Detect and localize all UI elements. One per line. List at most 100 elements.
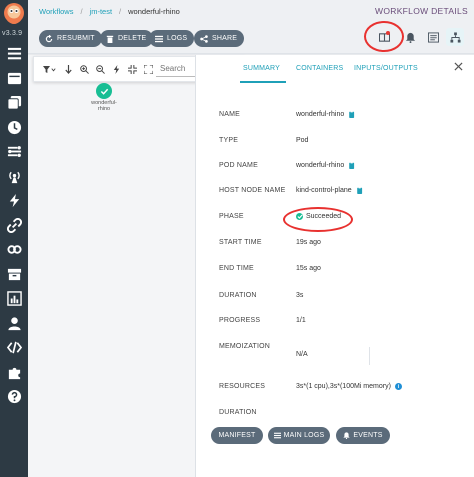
copy-icon[interactable] — [349, 111, 355, 118]
vertical-divider — [369, 347, 370, 365]
detail-label: RESOURCES — [219, 383, 266, 390]
delete-label: DELETE — [118, 35, 147, 42]
detail-row-pod-name: POD NAME wonderful-rhino — [197, 162, 467, 180]
detail-value: N/A — [296, 351, 308, 358]
copy-icon[interactable] — [349, 162, 355, 169]
share-label: SHARE — [212, 35, 238, 42]
detail-label: END TIME — [219, 265, 254, 272]
menu-icon[interactable] — [6, 45, 22, 61]
detail-value: 15s ago — [296, 265, 321, 272]
help-icon[interactable] — [6, 388, 22, 404]
user-icon[interactable] — [6, 315, 22, 331]
detail-value-group: wonderful-rhino — [296, 111, 355, 118]
bell-icon[interactable] — [401, 28, 419, 46]
zoom-in-icon[interactable] — [79, 64, 89, 74]
trash-icon — [106, 35, 114, 43]
arrow-down-icon[interactable] — [63, 64, 73, 74]
event-sources-icon[interactable] — [6, 168, 22, 184]
breadcrumb-workflows[interactable]: Workflows — [39, 7, 73, 16]
breadcrumb-current: wonderful-rhino — [128, 7, 180, 16]
detail-row-memoization-value: N/A — [197, 351, 467, 369]
detail-row-phase: PHASE Succeeded — [197, 213, 467, 231]
breadcrumb-namespace[interactable]: jm-test — [90, 7, 113, 16]
main-logs-button[interactable]: MAIN LOGS — [268, 427, 330, 444]
detail-value: 3s*(1 cpu),3s*(100Mi memory) — [296, 383, 391, 390]
detail-value-group: kind-control-plane — [296, 187, 363, 194]
workflow-node-label: wonderful- rhino — [84, 100, 124, 112]
logs-button[interactable]: LOGS — [149, 30, 195, 47]
detail-value-group: 3s*(1 cpu),3s*(100Mi memory) i — [296, 383, 402, 390]
workflow-graph-area[interactable] — [28, 55, 195, 477]
share-button[interactable]: SHARE — [194, 30, 245, 47]
version-label: v3.3.9 — [2, 30, 23, 37]
tab-summary[interactable]: SUMMARY — [243, 65, 280, 72]
detail-label: POD NAME — [219, 162, 258, 169]
bars-icon — [273, 432, 281, 439]
detail-value: Pod — [296, 137, 309, 144]
delete-button[interactable]: DELETE — [100, 30, 154, 47]
detail-label: DURATION — [219, 409, 257, 416]
resubmit-button[interactable]: RESUBMIT — [39, 30, 102, 47]
cron-workflows-icon[interactable] — [6, 119, 22, 135]
reports-icon[interactable] — [6, 290, 22, 306]
lightning-icon[interactable] — [111, 64, 121, 74]
manifest-button[interactable]: MANIFEST — [211, 427, 263, 444]
notification-dot — [386, 31, 390, 35]
detail-row-duration-2: DURATION — [197, 409, 467, 427]
tab-inputs-outputs[interactable]: INPUTS/OUTPUTS — [354, 65, 418, 72]
node-details-panel: SUMMARY CONTAINERS INPUTS/OUTPUTS NAME w… — [195, 55, 474, 477]
link-icon[interactable] — [6, 241, 22, 257]
argo-logo-icon[interactable] — [3, 2, 25, 26]
info-icon[interactable]: i — [394, 383, 402, 390]
breadcrumb: Workflows / jm-test / wonderful-rhino — [39, 7, 180, 16]
left-sidebar: v3.3.9 — [0, 0, 28, 477]
detail-row-name: NAME wonderful-rhino — [197, 111, 467, 129]
breadcrumb-separator: / — [80, 7, 83, 16]
fullscreen-icon[interactable] — [143, 64, 153, 74]
list-view-icon[interactable] — [424, 28, 442, 46]
panel-tabs: SUMMARY CONTAINERS INPUTS/OUTPUTS — [196, 55, 474, 83]
detail-row-end-time: END TIME 15s ago — [197, 265, 467, 283]
cluster-templates-icon[interactable] — [6, 94, 22, 110]
archive-icon[interactable] — [6, 266, 22, 282]
detail-value: kind-control-plane — [296, 187, 352, 194]
phase-value-group: Succeeded — [296, 213, 341, 220]
workflow-templates-icon[interactable] — [6, 70, 22, 86]
detail-label: PROGRESS — [219, 317, 261, 324]
active-tab-indicator — [240, 81, 286, 83]
detail-row-resources: RESOURCES 3s*(1 cpu),3s*(100Mi memory) i — [197, 383, 467, 401]
api-docs-icon[interactable] — [6, 339, 22, 355]
detail-value: wonderful-rhino — [296, 162, 345, 169]
events-label: EVENTS — [353, 432, 383, 439]
redo-icon — [45, 34, 53, 42]
page-title: WORKFLOW DETAILS — [375, 6, 468, 16]
detail-row-duration: DURATION 3s — [197, 292, 467, 310]
detail-label: PHASE — [219, 213, 244, 220]
workflow-node-succeeded[interactable] — [96, 83, 112, 99]
detail-value: 19s ago — [296, 239, 321, 246]
check-icon — [100, 88, 108, 95]
graph-view-icon[interactable] — [446, 28, 464, 46]
breadcrumb-separator: / — [119, 7, 122, 16]
sensors-icon[interactable] — [6, 192, 22, 208]
events-button[interactable]: EVENTS — [336, 427, 390, 444]
plugins-icon[interactable] — [6, 364, 22, 380]
event-flow-icon[interactable] — [6, 143, 22, 159]
logs-label: LOGS — [167, 35, 188, 42]
detail-value: wonderful-rhino — [296, 111, 345, 118]
workflow-summary-view-icon[interactable] — [375, 28, 393, 46]
links-icon[interactable] — [6, 217, 22, 233]
zoom-out-icon[interactable] — [95, 64, 105, 74]
detail-row-start-time: START TIME 19s ago — [197, 239, 467, 257]
summary-card: NAME wonderful-rhino TYPE Pod POD NAME w… — [197, 87, 473, 475]
succeeded-check-icon — [296, 213, 303, 220]
tab-containers[interactable]: CONTAINERS — [296, 65, 343, 72]
detail-value-group: wonderful-rhino — [296, 162, 355, 169]
copy-icon[interactable] — [356, 187, 363, 194]
filter-icon[interactable] — [42, 64, 58, 74]
detail-label: MEMOIZATION — [219, 343, 271, 350]
bell-icon — [343, 432, 351, 439]
close-panel-icon[interactable] — [454, 58, 466, 71]
main-logs-label: MAIN LOGS — [283, 432, 325, 439]
center-icon[interactable] — [127, 64, 137, 74]
